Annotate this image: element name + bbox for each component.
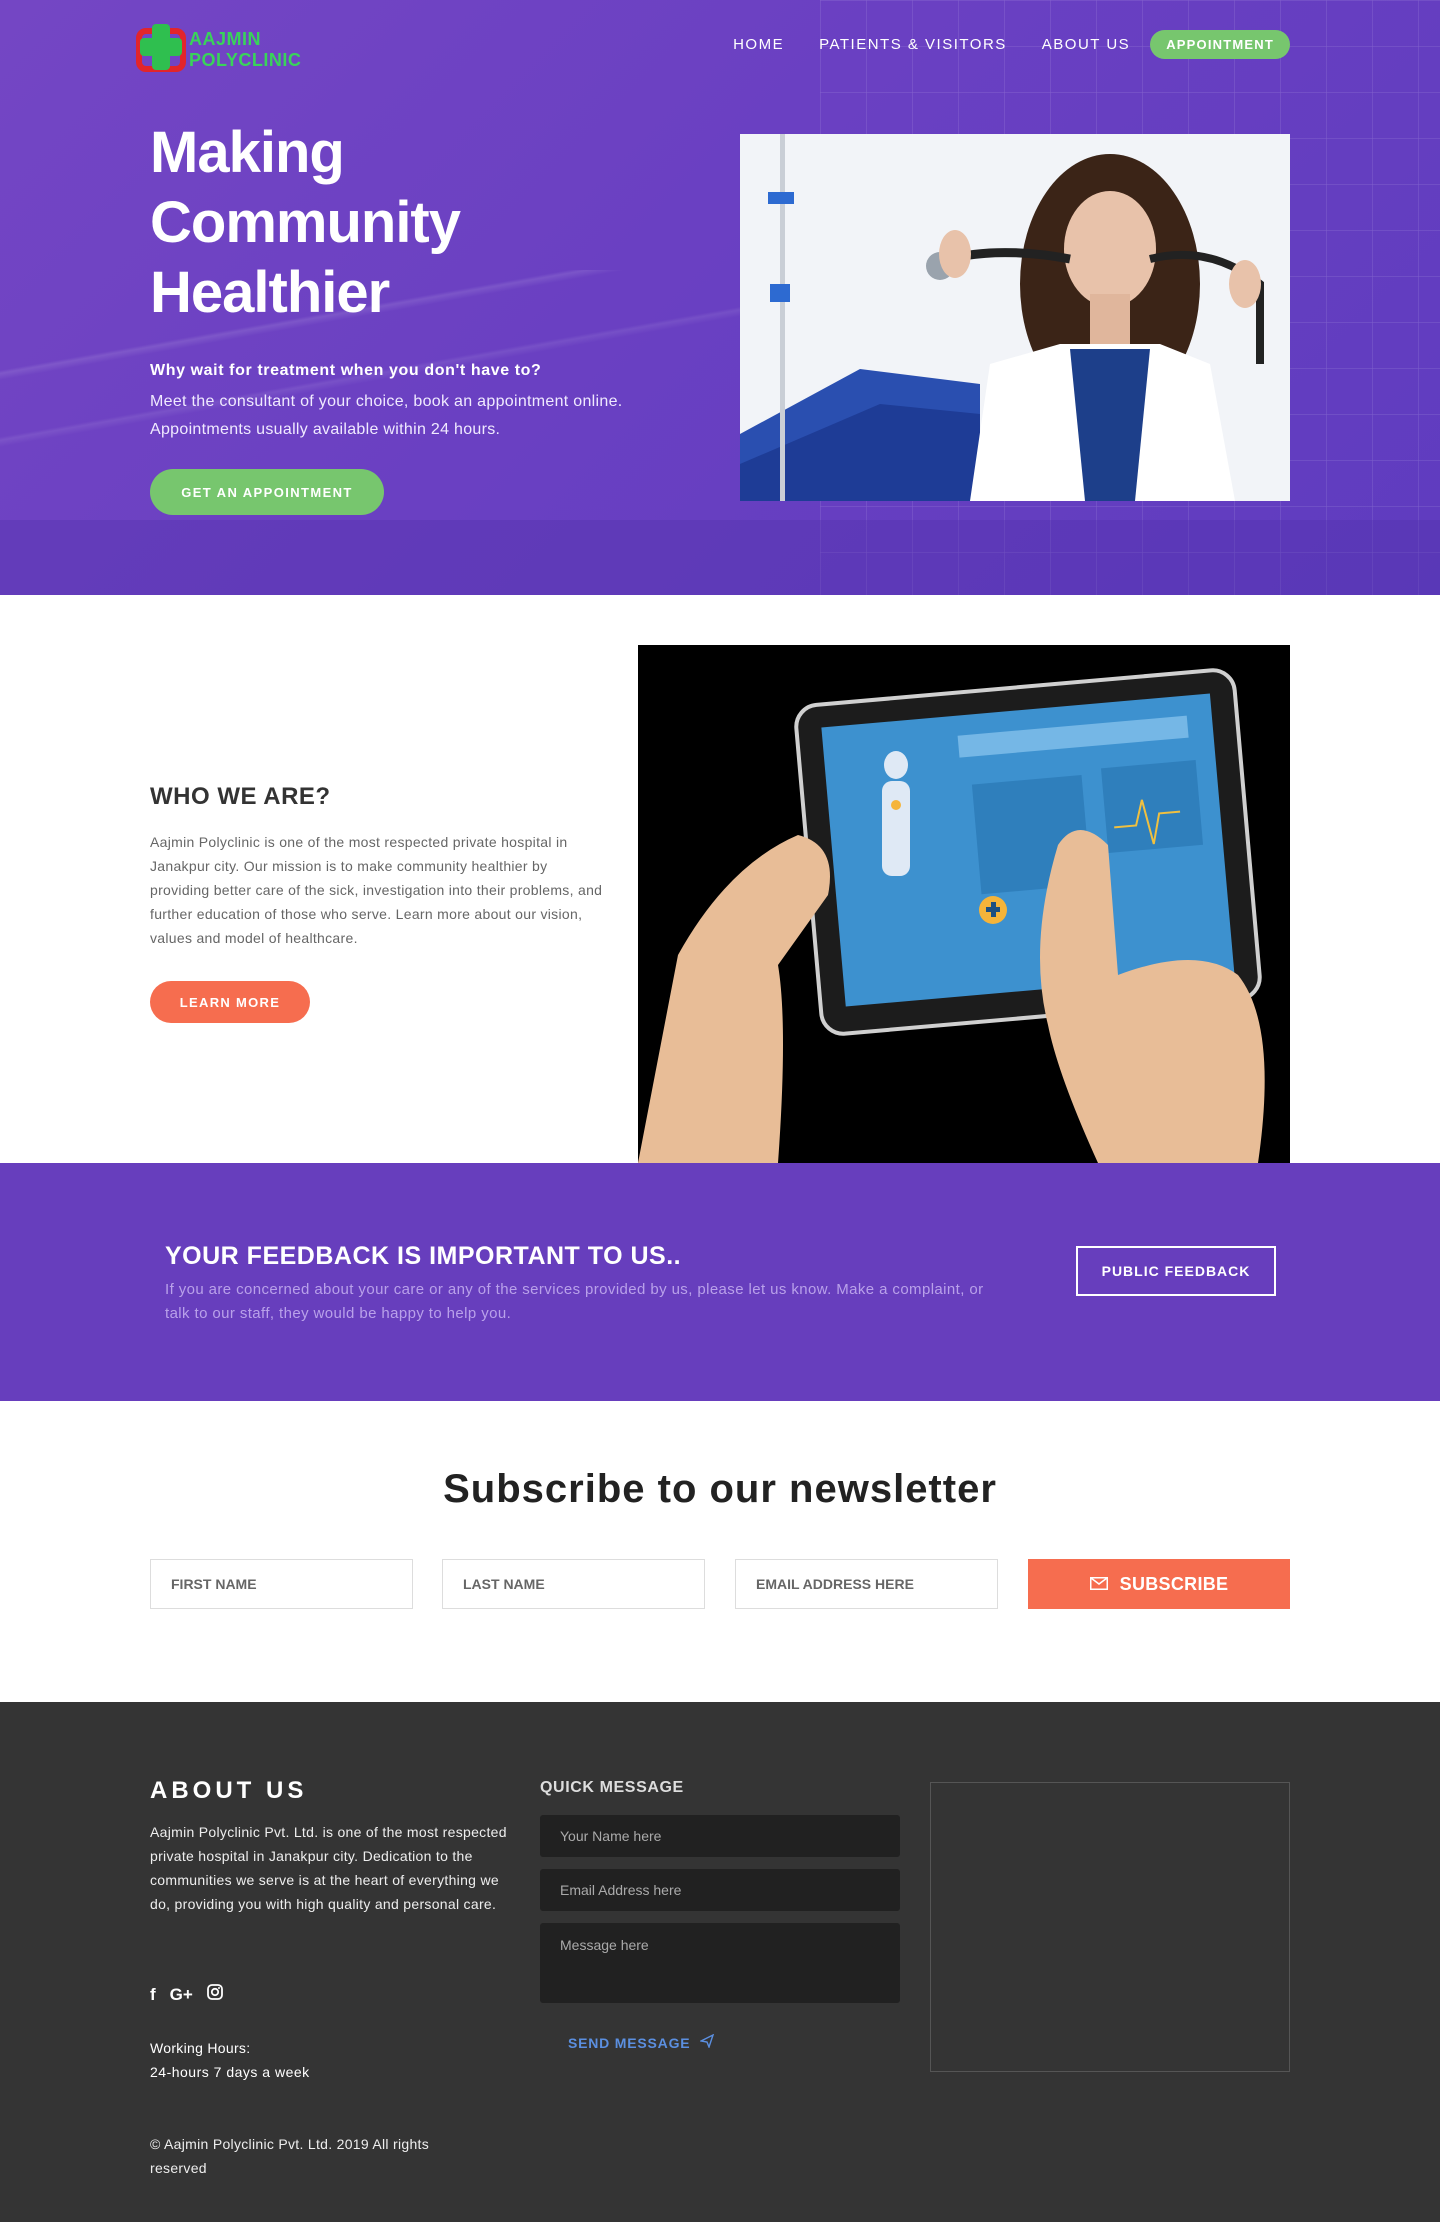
send-message-button[interactable]: SEND MESSAGE (568, 2033, 715, 2051)
footer-about-title: ABOUT US (150, 1777, 308, 1804)
who-we-are-text: Aajmin Polyclinic is one of the most res… (150, 834, 603, 946)
nav-appointment-button[interactable]: APPOINTMENT (1150, 30, 1290, 59)
feedback-section: YOUR FEEDBACK IS IMPORTANT TO US.. If yo… (0, 1163, 1440, 1401)
envelope-icon (1089, 1574, 1108, 1595)
hero-subtitle: Meet the consultant of your choice, book… (150, 393, 623, 438)
feedback-title: YOUR FEEDBACK IS IMPORTANT TO US.. (165, 1242, 682, 1270)
nav-home[interactable]: HOME (733, 36, 784, 53)
feedback-text: If you are concerned about your care or … (165, 1281, 984, 1322)
newsletter-title: Subscribe to our newsletter (443, 1467, 997, 1511)
get-appointment-button[interactable]: GET AN APPOINTMENT (150, 469, 384, 515)
hero-subtitle-bold: Why wait for treatment when you don't ha… (150, 362, 542, 379)
facebook-icon[interactable]: f (150, 1985, 156, 2005)
send-message-label: SEND MESSAGE (568, 2034, 691, 2051)
hero-section: AAJMIN POLYCLINIC HOME PATIENTS & VISITO… (0, 0, 1440, 595)
logo[interactable]: AAJMIN POLYCLINIC (136, 22, 356, 78)
footer-about-text: Aajmin Polyclinic Pvt. Ltd. is one of th… (150, 1824, 507, 1912)
doctor-photo (740, 134, 1290, 501)
learn-more-button[interactable]: LEARN MORE (150, 981, 310, 1023)
map-placeholder[interactable] (930, 1782, 1290, 2072)
last-name-input[interactable] (442, 1559, 705, 1609)
nav-about-us[interactable]: ABOUT US (1042, 36, 1130, 53)
paper-plane-icon (699, 2033, 715, 2051)
nav-patients-visitors[interactable]: PATIENTS & VISITORS (819, 36, 1007, 53)
quick-message-title: QUICK MESSAGE (540, 1779, 684, 1796)
logo-text: AAJMIN POLYCLINIC (189, 29, 302, 70)
working-hours-label: Working Hours: (150, 2040, 251, 2056)
working-hours-value: 24-hours 7 days a week (150, 2064, 310, 2080)
email-input[interactable] (735, 1559, 998, 1609)
footer: ABOUT US Aajmin Polyclinic Pvt. Ltd. is … (0, 1702, 1440, 2222)
subscribe-label: SUBSCRIBE (1119, 1573, 1229, 1594)
google-plus-icon[interactable]: G+ (170, 1985, 193, 2005)
message-email-input[interactable] (540, 1869, 900, 1911)
who-we-are-title: WHO WE ARE? (150, 783, 331, 810)
message-name-input[interactable] (540, 1815, 900, 1857)
hero-title: Making Community Healthier (150, 120, 461, 325)
main-nav: HOME PATIENTS & VISITORS ABOUT US APPOIN… (733, 30, 1290, 59)
medical-cross-icon (136, 22, 187, 78)
hero-bottom-band (0, 520, 1440, 595)
tablet-illustration (638, 645, 1290, 1163)
copyright-text: © Aajmin Polyclinic Pvt. Ltd. 2019 All r… (150, 2136, 430, 2176)
social-links: f G+ (150, 1984, 223, 2005)
subscribe-button[interactable]: SUBSCRIBE (1028, 1559, 1290, 1609)
public-feedback-button[interactable]: PUBLIC FEEDBACK (1076, 1246, 1276, 1296)
instagram-icon[interactable] (206, 1984, 223, 2005)
first-name-input[interactable] (150, 1559, 413, 1609)
message-textarea[interactable] (540, 1923, 900, 2003)
